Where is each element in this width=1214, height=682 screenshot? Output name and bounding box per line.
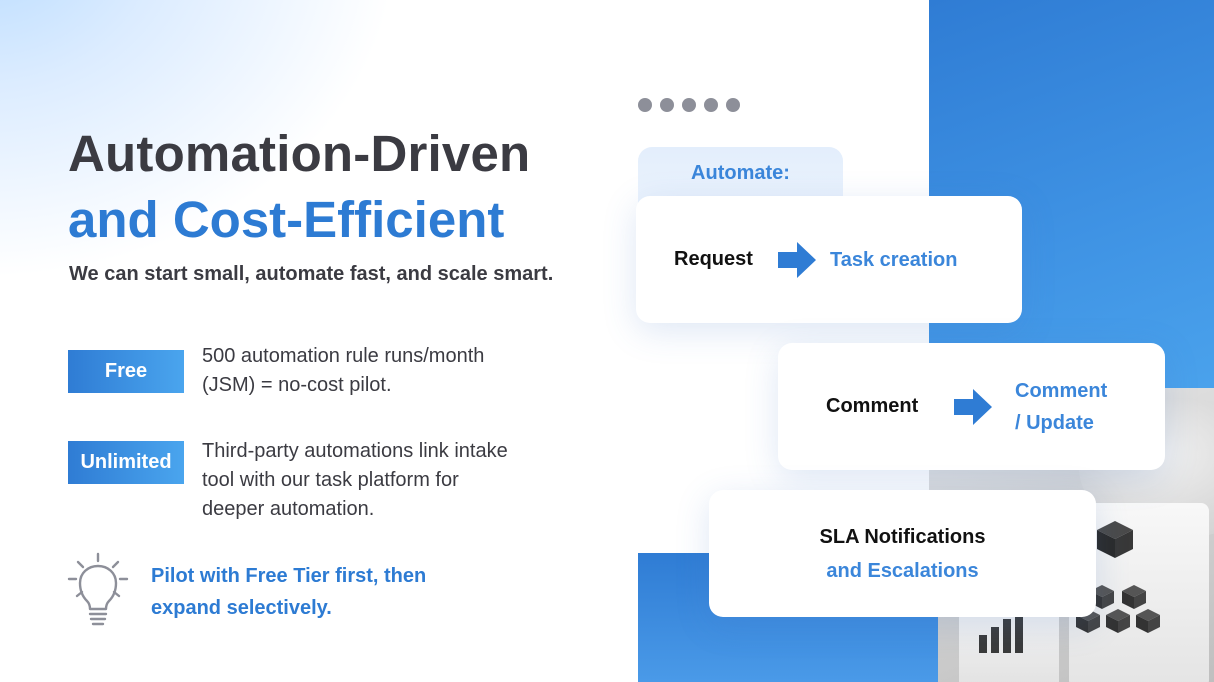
dot-icon — [704, 98, 718, 112]
flow-card-request: Request Task creation — [636, 196, 1022, 323]
flow-target-line: / Update — [1015, 412, 1094, 434]
flow-card-sla: SLA Notifications and Escalations — [709, 490, 1096, 617]
flow-target: Task creation — [830, 249, 958, 271]
tip-line: expand selectively. — [151, 597, 332, 619]
dot-icon — [682, 98, 696, 112]
arrow-right-icon — [954, 389, 992, 425]
flow-target: and Escalations — [826, 560, 979, 582]
flow-source: SLA Notifications — [819, 526, 986, 548]
bar-chart-icon — [979, 613, 1023, 653]
unlimited-tier-badge: Unlimited — [68, 441, 184, 484]
tip-line: Pilot with Free Tier first, then — [151, 565, 427, 587]
flow-card-comment: Comment Comment / Update — [778, 343, 1165, 470]
description-line: (JSM) = no-cost pilot. — [202, 374, 392, 396]
flow-target-line: Comment — [1015, 380, 1108, 402]
unlimited-tier-description: Third-party automations link intake tool… — [202, 437, 508, 524]
window-dots — [638, 98, 740, 112]
slide: Automation-Driven and Cost-Efficient We … — [0, 0, 1214, 682]
description-line: Third-party automations link intake — [202, 440, 508, 462]
flow-source: Request — [674, 248, 753, 270]
arrow-right-icon — [778, 242, 816, 278]
free-tier-description: 500 automation rule runs/month (JSM) = n… — [202, 342, 484, 400]
page-title-line-1: Automation-Driven — [68, 125, 531, 182]
tip-text: Pilot with Free Tier first, then expand … — [151, 560, 426, 624]
flow-source: Comment — [826, 395, 919, 417]
flow-target: Comment / Update — [1015, 375, 1107, 439]
lightbulb-icon — [67, 552, 129, 626]
description-line: tool with our task platform for — [202, 469, 459, 491]
dot-icon — [726, 98, 740, 112]
dot-icon — [660, 98, 674, 112]
background-blue-panel — [929, 0, 1214, 388]
description-line: deeper automation. — [202, 498, 375, 520]
free-tier-badge: Free — [68, 350, 184, 393]
description-line: 500 automation rule runs/month — [202, 345, 485, 367]
page-title-line-2: and Cost-Efficient — [68, 191, 505, 248]
cube-icon — [1097, 521, 1133, 558]
dot-icon — [638, 98, 652, 112]
page-subtitle: We can start small, automate fast, and s… — [69, 263, 554, 285]
